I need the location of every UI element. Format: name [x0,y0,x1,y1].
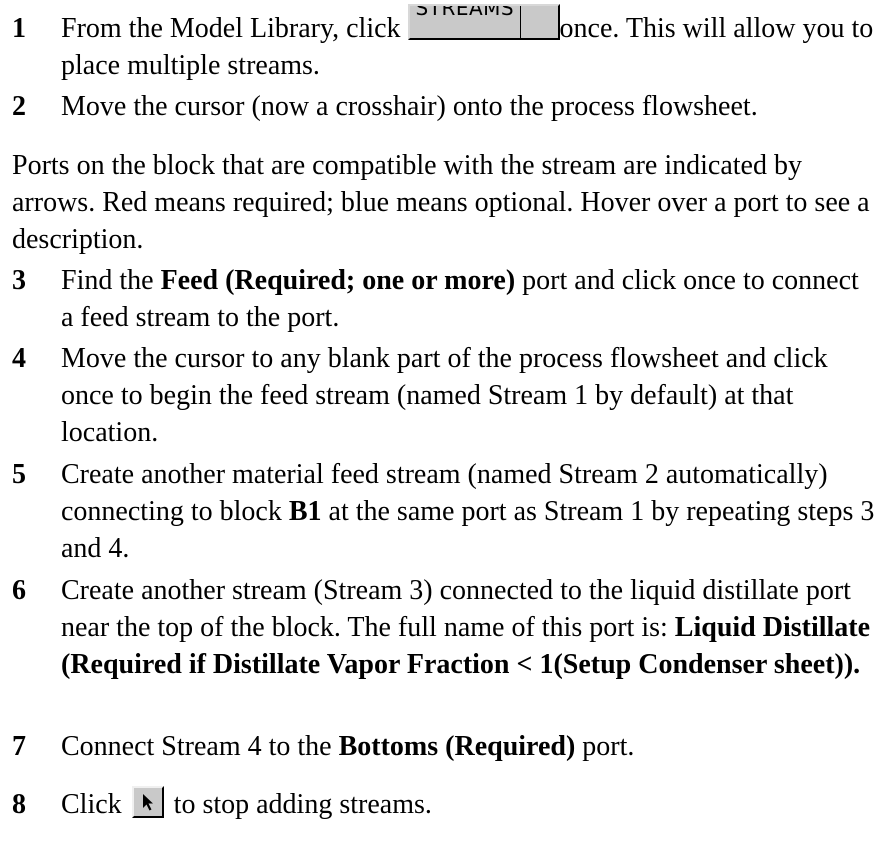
step-6: 6 Create another stream (Stream 3) conne… [12,572,875,683]
step-text: Connect Stream 4 to the Bottoms (Require… [61,731,635,762]
step-text: From the Model Library, click STREAMS onc… [61,4,875,84]
step-number: 8 [12,789,26,820]
step-8: 8 Click to stop adding streams. [12,785,875,823]
step-5: 5 Create another material feed stream (n… [12,456,875,567]
step-number: 3 [12,265,26,296]
step-number: 2 [12,91,26,122]
step-number: 6 [12,575,26,606]
port-name: Bottoms (Required) [338,731,576,762]
select-arrow-icon [142,793,153,811]
step-text: Move the cursor (now a crosshair) onto t… [61,91,758,122]
step-number: 1 [12,13,26,44]
step-1: 1 From the Model Library, click STREAMS o… [12,4,875,84]
step-text: Create another stream (Stream 3) connect… [61,575,871,680]
streams-button-label: STREAMS [415,4,515,20]
streams-button[interactable]: STREAMS [407,4,560,40]
ports-note: Ports on the block that are compatible w… [12,150,870,255]
port-name: Feed (Required; one or more) [160,265,516,296]
step-text: Click to stop adding streams. [61,785,875,823]
step-number: 7 [12,731,26,762]
dropdown-divider [519,6,521,38]
instructions-document: 1 From the Model Library, click STREAMS o… [0,0,881,865]
step-4: 4 Move the cursor to any blank part of t… [12,340,875,451]
select-mode-button[interactable] [131,785,164,818]
step-number: 4 [12,343,26,374]
block-name: B1 [288,496,322,527]
step-number: 5 [12,459,26,490]
step-3: 3 Find the Feed (Required; one or more) … [12,262,875,336]
step-text: Find the Feed (Required; one or more) po… [61,265,859,333]
step-2: 2 Move the cursor (now a crosshair) onto… [12,88,875,125]
step-text: Create another material feed stream (nam… [61,459,875,564]
step-7: 7 Connect Stream 4 to the Bottoms (Requi… [12,728,875,765]
step-text: Move the cursor to any blank part of the… [61,343,828,448]
